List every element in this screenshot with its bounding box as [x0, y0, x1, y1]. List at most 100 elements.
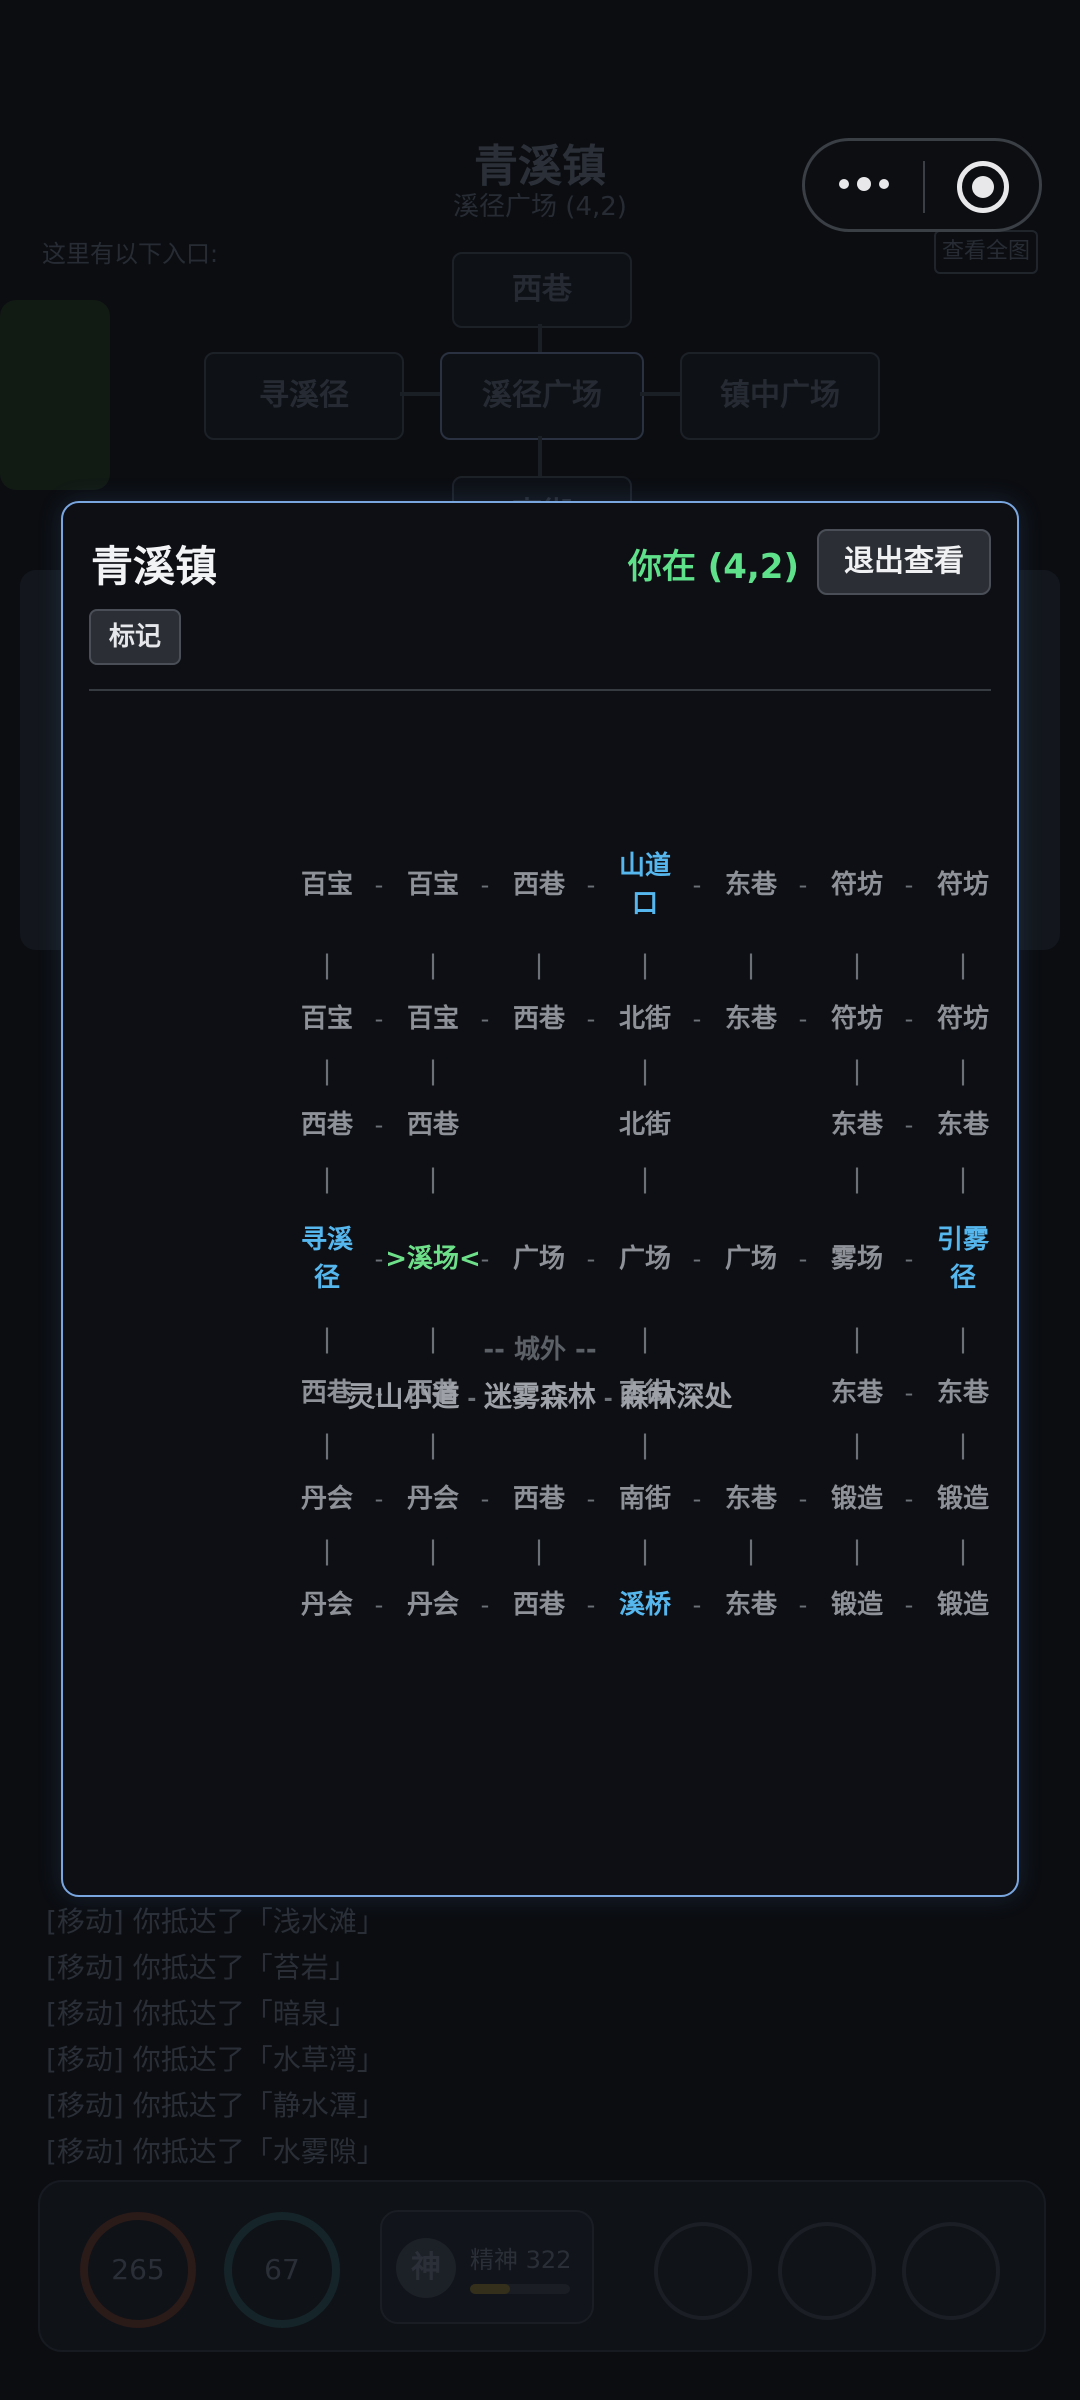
map-h-connector: - [798, 1005, 808, 1033]
map-cell[interactable]: 符坊 [820, 866, 894, 904]
map-v-connector: | [322, 1536, 332, 1566]
map-cell[interactable]: 百宝 [396, 866, 470, 904]
bg-spirit-label: 精神 [470, 2246, 518, 2274]
map-cell[interactable]: 北街 [608, 1106, 682, 1144]
map-cell[interactable]: 寻溪径 [296, 1221, 358, 1297]
bg-action-button[interactable] [778, 2222, 876, 2320]
map-h-connector: - [374, 1485, 384, 1513]
bg-node-east[interactable]: 镇中广场 [680, 352, 880, 440]
bg-spirit-bar [470, 2284, 570, 2294]
map-cell[interactable]: 西巷 [396, 1106, 470, 1144]
town-map: 百宝 百宝 西巷 山道口 东巷 符坊 符坊 - - - - - - 百宝 百宝 西巷 北街 东巷 符坊 符坊 - - - - -… [63, 503, 1017, 1895]
map-cell[interactable]: 西巷 [502, 1000, 576, 1038]
bg-node-west[interactable]: 寻溪径 [204, 352, 404, 440]
map-h-connector: - [374, 1591, 384, 1619]
map-cell[interactable]: 广场 [502, 1240, 576, 1278]
map-h-connector: - [798, 1485, 808, 1513]
map-modal: 青溪镇 你在 (4,2) 退出查看 标记 百宝 百宝 西巷 山道口 东巷 符坊 符坊 - - - -… [61, 501, 1019, 1897]
map-h-connector: - [798, 1245, 808, 1273]
map-cell[interactable]: 南街 [608, 1480, 682, 1518]
map-cell[interactable]: 丹会 [396, 1480, 470, 1518]
map-v-connector: | [746, 1536, 756, 1566]
map-v-connector: | [640, 1056, 650, 1086]
route-node[interactable]: 森林深处 [620, 1380, 732, 1413]
route-node[interactable]: 灵山小道 [348, 1380, 460, 1413]
map-cell[interactable]: 西巷 [290, 1106, 364, 1144]
map-v-connector: | [852, 1164, 862, 1194]
map-cell[interactable]: 山道口 [614, 847, 676, 923]
map-cell[interactable]: 丹会 [396, 1586, 470, 1624]
map-cell[interactable]: 东巷 [714, 1586, 788, 1624]
map-cell[interactable]: 东巷 [714, 1480, 788, 1518]
bg-node-north[interactable]: 西巷 [452, 252, 632, 328]
bg-view-all-button[interactable]: 查看全图 [934, 230, 1038, 274]
map-cell[interactable]: 广场 [608, 1240, 682, 1278]
map-cell[interactable]: 丹会 [290, 1480, 364, 1518]
map-v-connector: | [640, 1430, 650, 1460]
map-cell[interactable]: 西巷 [502, 1586, 576, 1624]
bg-log-line: [移动] 你抵达了「苔岩」 [46, 1951, 357, 1984]
bg-link [538, 436, 542, 476]
map-cell[interactable]: 西巷 [502, 866, 576, 904]
map-cell[interactable]: 雾场 [820, 1240, 894, 1278]
map-cell[interactable]: 引雾径 [932, 1221, 994, 1297]
outside-label: -- 城外 -- [483, 1335, 597, 1365]
map-v-connector: | [852, 1536, 862, 1566]
map-h-connector: - [904, 1485, 914, 1513]
route-node[interactable]: 迷雾森林 [484, 1380, 596, 1413]
map-cell[interactable]: 东巷 [820, 1106, 894, 1144]
map-cell[interactable]: 广场 [714, 1240, 788, 1278]
map-v-connector: | [852, 1056, 862, 1086]
target-close-icon[interactable] [957, 161, 1009, 213]
bg-link [640, 392, 680, 396]
bg-action-button[interactable] [654, 2222, 752, 2320]
map-h-connector: - [798, 1591, 808, 1619]
map-h-connector: - [586, 1005, 596, 1033]
map-h-connector: - [480, 1245, 490, 1273]
map-cell-current[interactable]: >溪场< [385, 1240, 481, 1278]
bg-log-line: [移动] 你抵达了「静水潭」 [46, 2089, 385, 2122]
more-dots-icon[interactable] [833, 169, 913, 203]
bg-link [400, 392, 440, 396]
bg-log-line: [移动] 你抵达了「暗泉」 [46, 1997, 357, 2030]
map-v-connector: | [958, 950, 968, 980]
map-v-connector: | [958, 1430, 968, 1460]
map-cell[interactable]: 西巷 [502, 1480, 576, 1518]
map-cell[interactable]: 溪桥 [608, 1586, 682, 1624]
map-cell[interactable]: 锻造 [926, 1480, 1000, 1518]
map-cell[interactable]: 东巷 [926, 1106, 1000, 1144]
map-h-connector: - [586, 1245, 596, 1273]
bg-link [538, 324, 542, 352]
miniprogram-capsule [802, 138, 1042, 232]
map-cell[interactable]: 锻造 [926, 1586, 1000, 1624]
map-h-connector: - [904, 1111, 914, 1139]
bg-spirit-value: 322 [525, 2246, 572, 2274]
map-v-connector: | [640, 1164, 650, 1194]
bg-action-button[interactable] [902, 2222, 1000, 2320]
map-cell[interactable]: 东巷 [714, 1000, 788, 1038]
map-cell[interactable]: 百宝 [396, 1000, 470, 1038]
map-v-connector: | [746, 950, 756, 980]
map-h-connector: - [586, 871, 596, 899]
map-h-connector: - [480, 871, 490, 899]
map-h-connector: - [480, 1591, 490, 1619]
map-cell[interactable]: 锻造 [820, 1480, 894, 1518]
map-v-connector: | [428, 950, 438, 980]
map-h-connector: - [692, 1485, 702, 1513]
map-cell[interactable]: 锻造 [820, 1586, 894, 1624]
map-h-connector: - [904, 1245, 914, 1273]
bg-hp-ring: 265 [80, 2212, 196, 2328]
map-cell[interactable]: 符坊 [926, 1000, 1000, 1038]
map-v-connector: | [322, 1056, 332, 1086]
bg-node-current: 溪径广场 [440, 352, 644, 440]
map-cell[interactable]: 百宝 [290, 1000, 364, 1038]
map-h-connector: - [904, 871, 914, 899]
map-v-connector: | [428, 1430, 438, 1460]
map-cell[interactable]: 百宝 [290, 866, 364, 904]
bg-log-line: [移动] 你抵达了「水雾隙」 [46, 2135, 385, 2168]
map-cell[interactable]: 丹会 [290, 1586, 364, 1624]
map-cell[interactable]: 东巷 [714, 866, 788, 904]
map-cell[interactable]: 符坊 [820, 1000, 894, 1038]
map-cell[interactable]: 北街 [608, 1000, 682, 1038]
map-cell[interactable]: 符坊 [926, 866, 1000, 904]
